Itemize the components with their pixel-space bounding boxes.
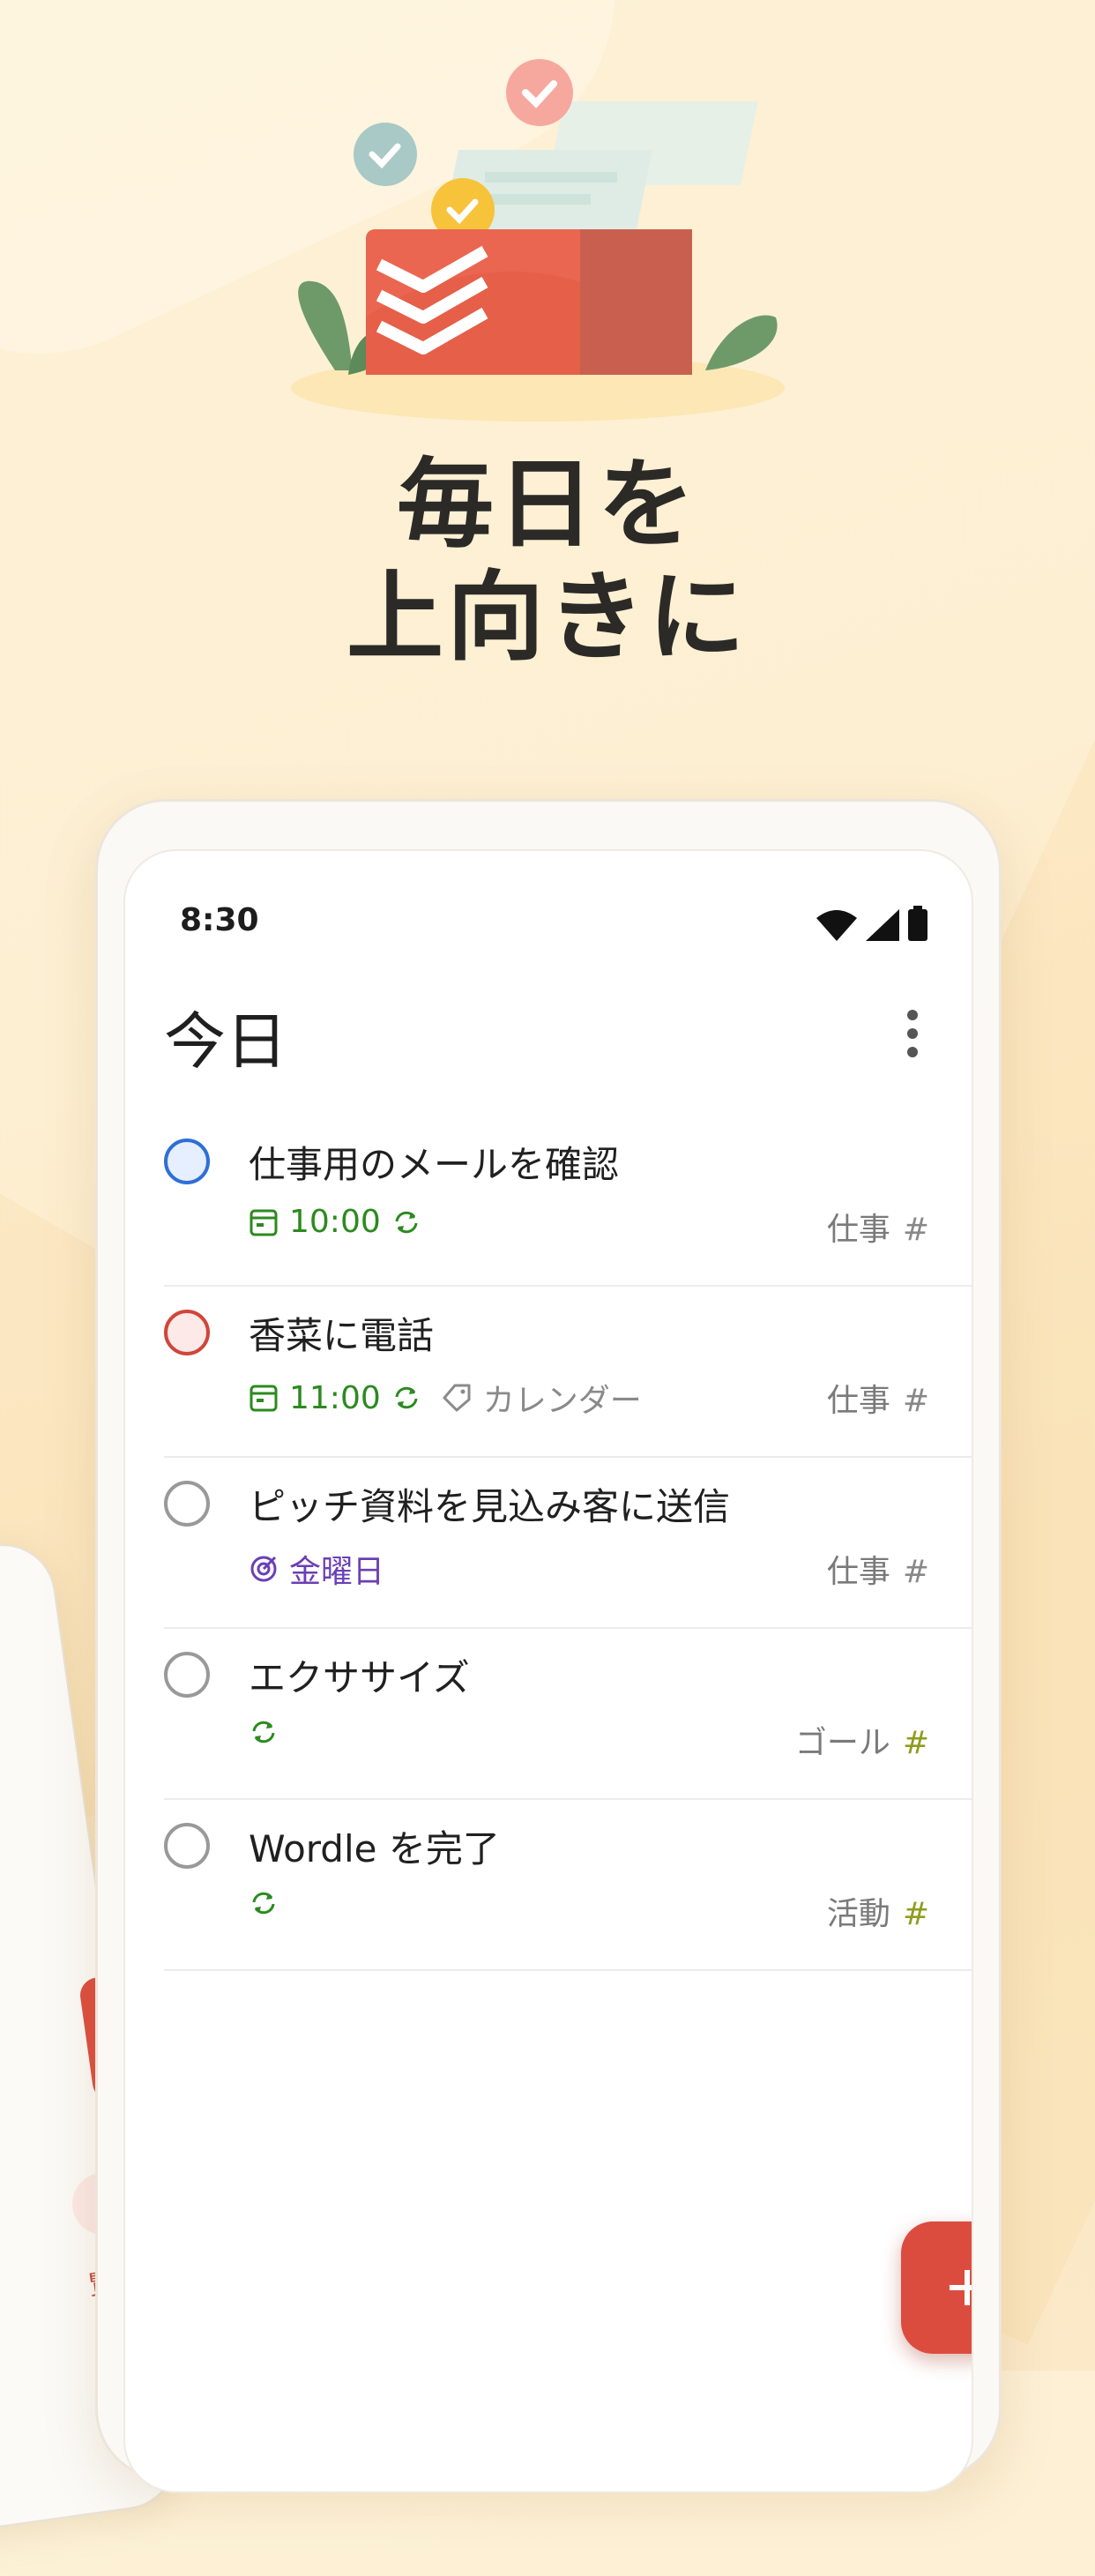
project-hash-icon: # bbox=[902, 1554, 929, 1590]
phone-screen: 8:30 今日 仕事用のメールを確認 10:00 仕事 # 香菜に電話 11:0… bbox=[123, 849, 973, 2493]
project-hash-icon: # bbox=[902, 1212, 929, 1248]
repeat-icon bbox=[252, 1892, 275, 1915]
repeat-icon bbox=[395, 1211, 418, 1233]
hero-illustration bbox=[291, 59, 785, 422]
task-project[interactable]: 活動 # bbox=[827, 1888, 929, 1934]
task-meta bbox=[249, 1717, 279, 1747]
phone-frame: 8:30 今日 仕事用のメールを確認 10:00 仕事 # 香菜に電話 11:0… bbox=[95, 799, 1002, 2493]
project-name: 仕事 bbox=[826, 1212, 890, 1248]
headline: 毎日を 上向きに bbox=[0, 448, 1095, 674]
task-title: Wordle を完了 bbox=[249, 1827, 500, 1870]
tag-icon bbox=[443, 1384, 471, 1412]
todoist-box-icon bbox=[366, 229, 692, 375]
add-task-button[interactable] bbox=[901, 2221, 972, 2354]
target-icon bbox=[250, 1556, 277, 1582]
task-meta: 金曜日 bbox=[249, 1546, 384, 1592]
task-checkbox[interactable] bbox=[164, 1652, 210, 1698]
task-item[interactable]: Wordle を完了 活動 # bbox=[164, 1800, 972, 1971]
task-checkbox[interactable] bbox=[164, 1310, 210, 1355]
task-title: 仕事用のメールを確認 bbox=[249, 1143, 620, 1186]
cellular-signal-icon bbox=[866, 909, 899, 941]
project-name: 活動 bbox=[826, 1896, 890, 1932]
task-time: 11:00 bbox=[289, 1379, 381, 1416]
task-label: カレンダー bbox=[482, 1383, 642, 1419]
task-item[interactable]: ピッチ資料を見込み客に送信 金曜日 仕事 # bbox=[164, 1458, 972, 1629]
task-item[interactable]: エクササイズ ゴール # bbox=[164, 1629, 972, 1800]
task-item[interactable]: 仕事用のメールを確認 10:00 仕事 # bbox=[164, 1116, 972, 1287]
more-vertical-icon[interactable] bbox=[906, 1010, 919, 1057]
task-list: 仕事用のメールを確認 10:00 仕事 # 香菜に電話 11:00 カレンダー bbox=[164, 1116, 972, 1971]
task-checkbox[interactable] bbox=[164, 1139, 210, 1184]
task-project[interactable]: 仕事 # bbox=[827, 1375, 929, 1421]
status-icons bbox=[816, 906, 927, 941]
status-time: 8:30 bbox=[180, 902, 259, 938]
calendar-icon bbox=[250, 1385, 278, 1412]
task-project[interactable]: ゴール # bbox=[795, 1717, 929, 1763]
task-meta: 10:00 bbox=[249, 1204, 421, 1240]
task-checkbox[interactable] bbox=[164, 1481, 210, 1527]
repeat-icon bbox=[252, 1721, 275, 1743]
page-title: 今日 bbox=[164, 1005, 287, 1078]
wifi-icon bbox=[816, 910, 857, 941]
plant-right-icon bbox=[705, 315, 778, 370]
calendar-icon bbox=[250, 1209, 278, 1236]
project-hash-icon: # bbox=[902, 1725, 929, 1761]
task-title: ピッチ資料を見込み客に送信 bbox=[249, 1485, 731, 1528]
headline-line-2: 上向きに bbox=[346, 561, 749, 674]
project-name: 仕事 bbox=[826, 1554, 890, 1590]
plus-icon bbox=[950, 2270, 972, 2305]
task-item[interactable]: 香菜に電話 11:00 カレンダー 仕事 # bbox=[164, 1287, 972, 1458]
task-time: 10:00 bbox=[289, 1204, 381, 1240]
project-name: ゴール bbox=[794, 1725, 890, 1761]
repeat-icon bbox=[395, 1386, 418, 1409]
task-meta bbox=[249, 1888, 279, 1918]
task-title: 香菜に電話 bbox=[249, 1314, 435, 1357]
task-project[interactable]: 仕事 # bbox=[827, 1204, 929, 1250]
task-checkbox[interactable] bbox=[164, 1823, 210, 1869]
task-project[interactable]: 仕事 # bbox=[827, 1546, 929, 1592]
battery-icon bbox=[908, 906, 927, 941]
project-name: 仕事 bbox=[826, 1383, 890, 1419]
task-meta: 11:00 カレンダー bbox=[249, 1375, 642, 1421]
project-hash-icon: # bbox=[902, 1896, 929, 1932]
headline-line-1: 毎日を bbox=[397, 448, 698, 561]
project-hash-icon: # bbox=[902, 1383, 929, 1419]
task-title: エクササイズ bbox=[249, 1656, 470, 1699]
task-deadline: 金曜日 bbox=[289, 1554, 385, 1590]
